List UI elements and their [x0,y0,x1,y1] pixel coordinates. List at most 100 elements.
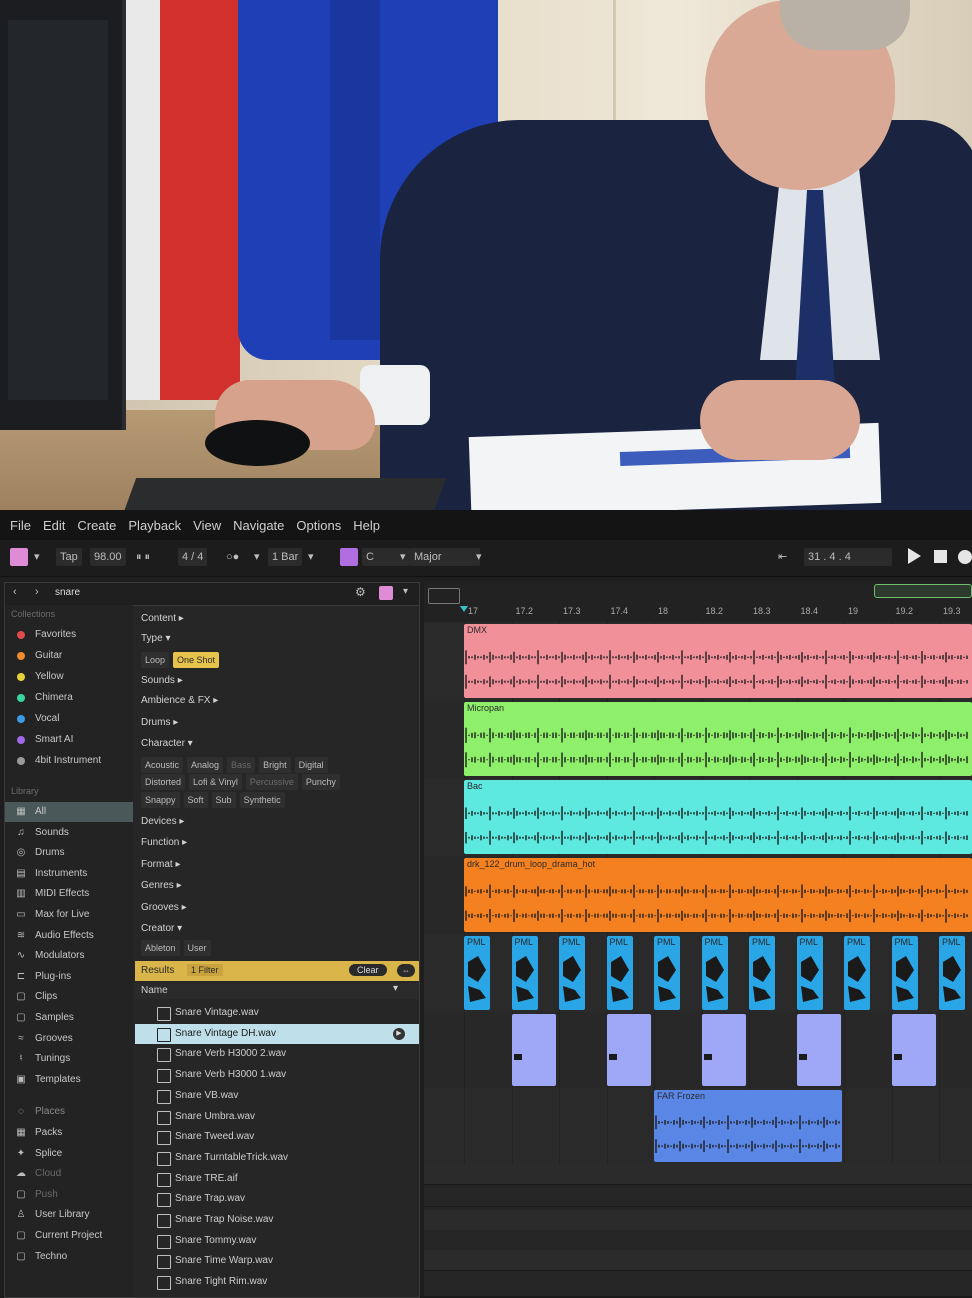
clip-track-6[interactable] [702,1014,746,1086]
list-item[interactable]: Snare Trap.wav [135,1189,419,1209]
menu-navigate[interactable]: Navigate [233,518,284,533]
filter-format[interactable]: Format ▸ [141,859,180,870]
sidebar-item-audio-effects[interactable]: ≋ Audio Effects [5,926,133,946]
sidebar-item-push[interactable]: ▢ Push [5,1185,133,1205]
clip-pml[interactable]: PML [559,936,585,1010]
list-item[interactable]: Snare TurntableTrick.wav [135,1148,419,1168]
list-item[interactable]: Snare TRE.aif [135,1169,419,1189]
name-column-header[interactable]: Name ▾ [135,983,419,999]
sidebar-item-techno[interactable]: ▢ Techno [5,1247,133,1267]
track-lane[interactable]: Micropan [424,700,972,779]
chip-snappy[interactable]: Snappy [141,792,180,808]
clip-track-6[interactable] [607,1014,651,1086]
metronome-icon[interactable]: ○● [226,548,239,566]
sidebar-item-instruments[interactable]: ▤ Instruments [5,864,133,884]
chip-soft[interactable]: Soft [183,792,208,808]
menu-view[interactable]: View [193,518,221,533]
chevron-down-icon[interactable]: ▾ [403,586,408,597]
sidebar-item-clips[interactable]: ▢ Clips [5,987,133,1007]
chip-analog[interactable]: Analog [187,757,224,773]
collection-chimera[interactable]: Chimera [5,688,133,708]
sidebar-item-plug-ins[interactable]: ⊏ Plug-ins [5,967,133,987]
clip-track-6[interactable] [797,1014,841,1086]
list-item[interactable]: Snare Tommy.wav [135,1231,419,1251]
track-lane[interactable]: drk_122_drum_loop_drama_hot [424,856,972,935]
sidebar-item-sounds[interactable]: ♫ Sounds [5,823,133,843]
chip-bass[interactable]: Bass [227,757,256,773]
scale-mode-toggle[interactable] [340,548,358,566]
track-lane[interactable]: FAR Frozen [424,1088,972,1165]
stop-button[interactable] [934,550,947,563]
menu-edit[interactable]: Edit [43,518,65,533]
record-button[interactable] [958,550,972,564]
sidebar-item-max-for-live[interactable]: ▭ Max for Live [5,905,133,925]
collection-guitar[interactable]: Guitar [5,646,133,666]
chevron-down-icon[interactable]: ▾ [400,548,406,566]
clear-button[interactable]: Clear [349,964,387,976]
clip-dmx[interactable]: DMX [464,624,972,698]
clip-bac[interactable]: Bac [464,780,972,854]
chip-one-shot[interactable]: One Shot [173,652,220,668]
chip-distorted[interactable]: Distorted [141,774,186,790]
sidebar-item-cloud[interactable]: ☁ Cloud [5,1164,133,1184]
list-item[interactable]: Snare Time Warp.wav [135,1251,419,1271]
quantize-menu[interactable]: 1 Bar [268,548,303,566]
chevron-down-icon[interactable]: ▾ [254,548,260,566]
filter-grooves[interactable]: Grooves ▸ [141,902,187,913]
clip-pml[interactable]: PML [654,936,680,1010]
collection-vocal[interactable]: Vocal [5,709,133,729]
list-item[interactable]: Snare Umbra.wav [135,1107,419,1127]
gear-icon[interactable]: ⚙ [355,585,366,599]
collection-yellow[interactable]: Yellow [5,667,133,687]
list-item[interactable]: Snare Vintage DH.wav ▶ [135,1023,419,1044]
filter-sounds[interactable]: Sounds ▸ [141,675,183,686]
clip-pml[interactable]: PML [606,936,633,1010]
loop-brace-icon[interactable] [428,588,460,604]
filter-function[interactable]: Function ▸ [141,837,187,848]
sidebar-item-modulators[interactable]: ∿ Modulators [5,946,133,966]
chip-ableton[interactable]: Ableton [141,940,180,956]
sidebar-item-midi-effects[interactable]: ▥ MIDI Effects [5,884,133,904]
clip-track-6[interactable] [512,1014,556,1086]
sidebar-item-samples[interactable]: ▢ Samples [5,1008,133,1028]
chip-digital[interactable]: Digital [294,757,328,773]
track-lane[interactable] [424,1250,972,1271]
sidebar-item-user-library[interactable]: ♙ User Library [5,1205,133,1225]
clip-pml[interactable]: PML [796,936,823,1010]
time-signature[interactable]: 4 / 4 [178,548,208,566]
sidebar-item-drums[interactable]: ◎ Drums [5,843,133,863]
chip-punchy[interactable]: Punchy [301,774,340,790]
play-button[interactable] [908,548,921,564]
forward-icon[interactable]: › [35,586,39,598]
collection-4bit-instrument[interactable]: 4bit Instrument [5,751,133,771]
clip-drk-122-drum-loop-drama-hot[interactable]: drk_122_drum_loop_drama_hot [464,858,972,932]
chip-synthetic[interactable]: Synthetic [239,792,285,808]
search-input[interactable]: snare [55,587,80,598]
chevron-down-icon[interactable]: ▾ [34,548,40,566]
list-item[interactable]: Snare Verb H3000 2.wav [135,1044,419,1064]
scale-select[interactable]: Major [410,548,480,566]
chevron-down-icon[interactable]: ▾ [476,548,482,566]
list-item[interactable]: Snare Vintage.wav [135,1003,419,1023]
beat-ruler[interactable]: 17 17.2 17.3 17.4 18 18.2 18.3 18.4 19 19.2 19.3 [424,582,972,623]
clip-pml[interactable]: PML [464,936,490,1010]
menu-options[interactable]: Options [296,518,341,533]
track-lane[interactable] [424,1186,972,1207]
link-icon[interactable]: ⇔ [397,964,415,977]
track-lane[interactable] [424,1230,972,1251]
chip-sub[interactable]: Sub [211,792,236,808]
sidebar-item-templates[interactable]: ▣ Templates [5,1070,133,1090]
tap-button[interactable]: Tap [56,548,82,566]
list-item[interactable]: Snare Trap Noise.wav [135,1210,419,1230]
track-lane[interactable]: DMX [424,622,972,701]
clip-pml[interactable]: PML [511,936,538,1010]
menu-create[interactable]: Create [77,518,116,533]
clip-pml[interactable]: PML [891,936,918,1010]
track-lane[interactable]: Bac [424,778,972,857]
menu-playback[interactable]: Playback [128,518,181,533]
clip-pml[interactable]: PML [749,936,775,1010]
filter-type[interactable]: Type ▾ [141,633,170,644]
link-toggle[interactable] [10,548,28,566]
list-item[interactable]: Snare Verb H3000 1.wav [135,1065,419,1085]
list-item[interactable]: Snare VB.wav [135,1086,419,1106]
